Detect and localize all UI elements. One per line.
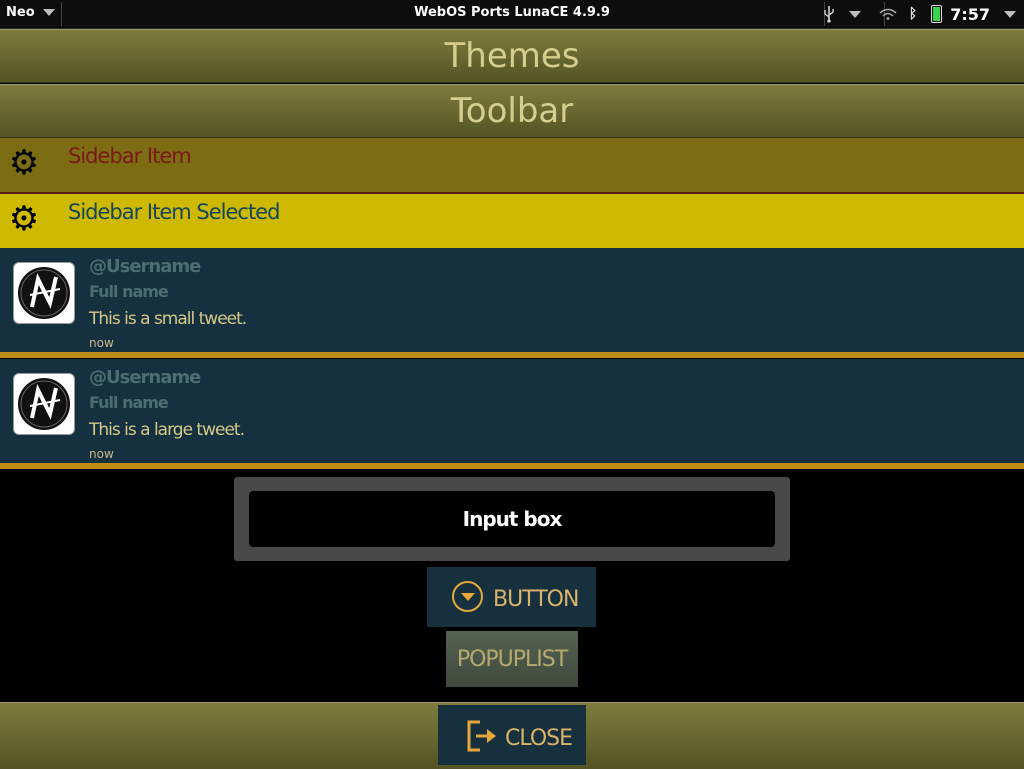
tweet-text: This is a small tweet. [89, 309, 247, 329]
close-button[interactable]: CLOSE [438, 705, 586, 765]
tweet-time: now [89, 447, 114, 461]
tweet-fullname: Full name [89, 393, 169, 412]
gear-icon: ⚙ [8, 143, 40, 183]
system-tray[interactable]: ᛒ 7:57 [823, 3, 1016, 25]
tweet-large[interactable]: @Username Full name This is a large twee… [0, 359, 1024, 463]
button[interactable]: BUTTON [427, 567, 596, 627]
avatar [13, 262, 75, 324]
status-bar: Neo WebOS Ports LunaCE 4.9.9 ᛒ 7:57 [0, 0, 1024, 29]
sidebar-item-label: Sidebar Item Selected [68, 200, 280, 224]
chevron-down-icon[interactable] [1004, 10, 1016, 18]
sidebar-item-selected[interactable]: ⚙ Sidebar Item Selected [0, 194, 1024, 248]
clock: 7:57 [950, 4, 990, 24]
divider [0, 352, 1024, 358]
toolbar-header: Toolbar [0, 84, 1024, 138]
themes-header: Themes [0, 29, 1024, 83]
input-box-container [234, 477, 790, 561]
bluetooth-icon: ᛒ [908, 6, 918, 22]
dropdown-circle-icon [452, 581, 483, 612]
avatar [13, 373, 75, 435]
tweet-small[interactable]: @Username Full name This is a small twee… [0, 248, 1024, 352]
button-label: BUTTON [493, 587, 579, 612]
chevron-down-icon[interactable] [848, 10, 861, 18]
divider [0, 463, 1024, 469]
battery-icon [931, 5, 943, 23]
tweet-text: This is a large tweet. [89, 420, 245, 440]
exit-icon [467, 720, 496, 752]
avatar-logo-icon [18, 378, 70, 430]
tweet-time: now [89, 336, 114, 350]
close-button-label: CLOSE [505, 726, 573, 751]
popuplist-button[interactable]: POPUPLIST [446, 631, 578, 687]
avatar-logo-icon [18, 267, 70, 319]
tweet-fullname: Full name [89, 282, 169, 301]
input-box[interactable] [249, 491, 775, 547]
tweet-username[interactable]: @Username [89, 256, 201, 277]
wifi-icon [879, 8, 897, 20]
gear-icon: ⚙ [8, 199, 40, 239]
sidebar-item[interactable]: ⚙ Sidebar Item [0, 138, 1024, 194]
usb-icon [824, 6, 834, 23]
sidebar-item-label: Sidebar Item [68, 144, 192, 168]
tweet-username[interactable]: @Username [89, 367, 201, 388]
